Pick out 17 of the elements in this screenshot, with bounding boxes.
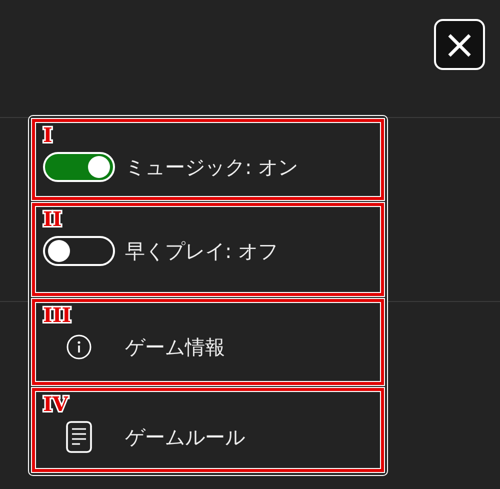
menu-label: ゲームルール xyxy=(125,424,245,451)
section-number: III xyxy=(43,304,72,326)
info-icon xyxy=(66,334,92,360)
menu-label: 早くプレイ: オフ xyxy=(125,238,278,266)
menu-item[interactable]: III ゲーム情報 xyxy=(32,299,384,385)
menu-label: ミュージック: オン xyxy=(125,154,298,181)
toggle-switch[interactable] xyxy=(43,152,115,182)
menu-label: ゲーム情報 xyxy=(125,334,225,362)
document-icon xyxy=(66,420,92,453)
menu-item[interactable]: I ミュージック: オン xyxy=(32,119,384,200)
menu-item[interactable]: IV ゲームルール xyxy=(32,388,384,472)
menu-item[interactable]: II 早くプレイ: オフ xyxy=(32,203,384,296)
toggle-switch[interactable] xyxy=(43,236,115,266)
section-number: I xyxy=(43,124,52,146)
section-number: II xyxy=(43,208,62,230)
section-number: IV xyxy=(43,392,68,415)
close-button[interactable]: × xyxy=(434,19,485,70)
